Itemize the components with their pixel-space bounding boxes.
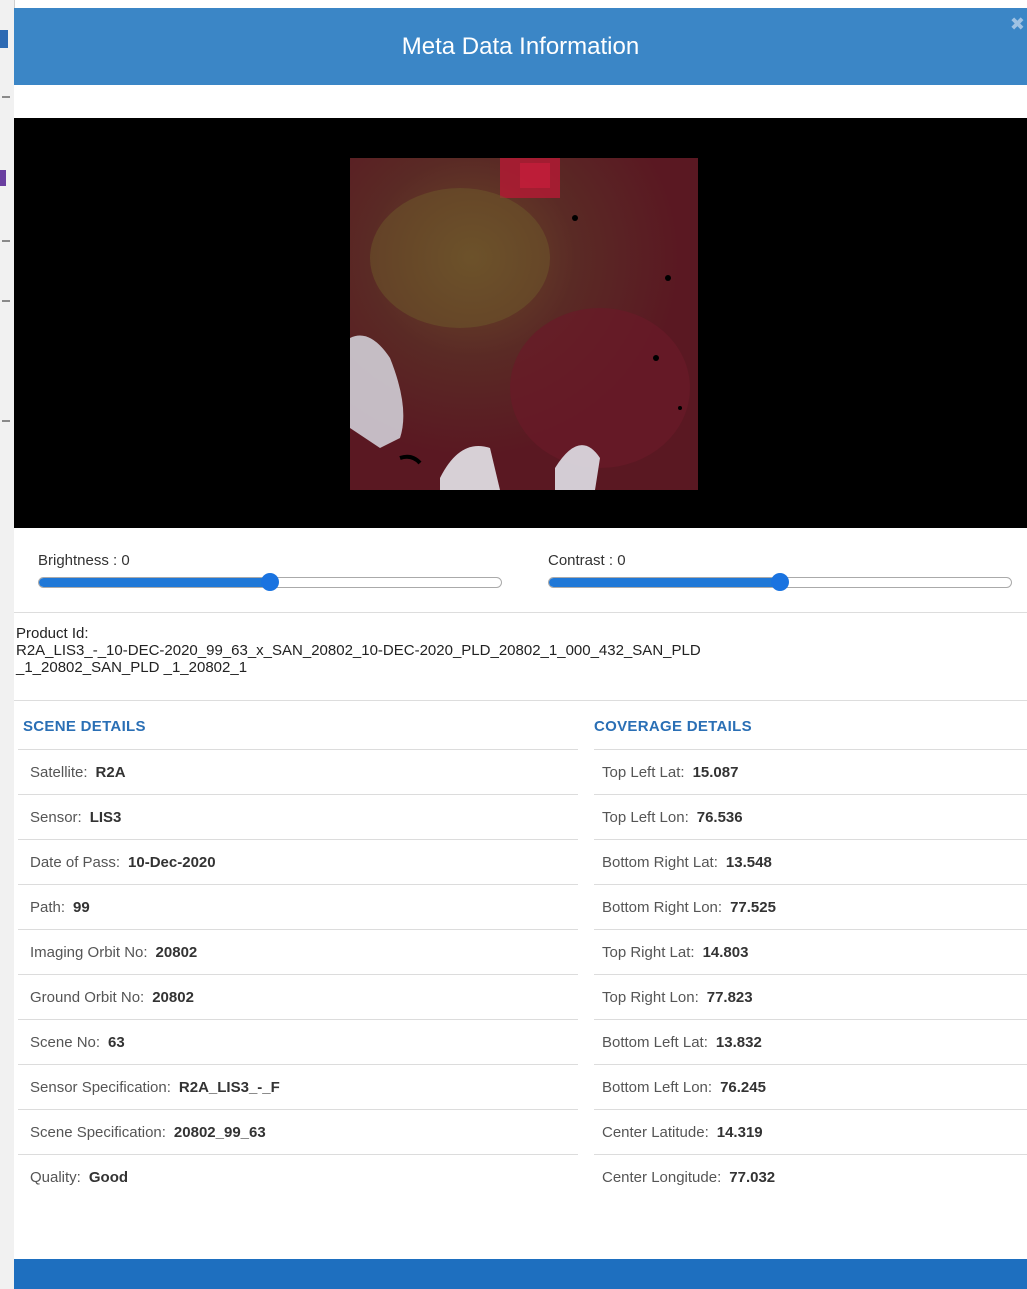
scene-detail-value: LIS3 [89,808,122,826]
coverage-detail-row: Top Left Lat: 15.087 [594,749,1027,794]
product-id-value-line1: R2A_LIS3_-_10-DEC-2020_99_63_x_SAN_20802… [16,642,701,659]
scene-detail-value: 20802 [152,988,194,1006]
contrast-thumb[interactable] [771,573,789,591]
brightness-slider[interactable] [38,573,502,591]
scene-detail-value: R2A_LIS3_-_F [178,1078,280,1096]
modal-title: Meta Data Information [401,32,640,60]
coverage-detail-label: Bottom Left Lat: [602,1033,708,1051]
coverage-detail-value: 77.032 [729,1168,776,1186]
scene-detail-label: Sensor: [30,808,82,826]
coverage-detail-label: Top Right Lon: [602,988,699,1006]
coverage-detail-value: 15.087 [692,763,739,781]
scene-detail-row: Sensor Specification: R2A_LIS3_-_F [18,1064,578,1109]
coverage-detail-value: 13.548 [725,853,772,871]
scene-details-list: Satellite: R2A Sensor: LIS3 Date of Pass: 10-… [18,749,578,1199]
coverage-detail-value: 77.525 [730,898,776,916]
scene-detail-row: Path: 99 [18,884,578,929]
scene-details-title: SCENE DETAILS [23,718,146,735]
scene-detail-label: Path: [30,898,66,916]
product-id-label: Product Id: [16,625,89,642]
coverage-details-title: COVERAGE DETAILS [594,718,752,735]
coverage-detail-label: Bottom Right Lat: [602,853,718,871]
scene-detail-value: 63 [108,1033,125,1051]
contrast-slider[interactable] [548,573,1012,591]
product-id-value-line2: _1_20802_SAN_PLD _1_20802_1 [16,659,248,676]
scene-detail-row: Scene No: 63 [18,1019,578,1064]
scene-detail-label: Sensor Specification: [30,1078,171,1096]
coverage-detail-value: 76.245 [720,1078,766,1096]
scene-detail-row: Scene Specification: 20802_99_63 [18,1109,578,1154]
coverage-detail-row: Bottom Left Lat: 13.832 [594,1019,1027,1064]
coverage-detail-value: 14.319 [716,1123,763,1141]
contrast-control: Contrast : 0 [548,552,1012,591]
coverage-detail-row: Bottom Right Lat: 13.548 [594,839,1027,884]
coverage-detail-row: Top Left Lon: 76.536 [594,794,1027,839]
scene-detail-row: Imaging Orbit No: 20802 [18,929,578,974]
scene-detail-label: Scene Specification: [30,1123,166,1141]
coverage-detail-row: Top Right Lon: 77.823 [594,974,1027,1019]
scene-detail-value: 20802 [155,943,198,961]
scene-detail-value: Good [88,1168,129,1186]
background-page-edge [0,0,15,1289]
coverage-detail-label: Center Longitude: [602,1168,722,1186]
scene-detail-value: 99 [73,898,90,916]
coverage-detail-label: Bottom Right Lon: [602,898,723,916]
divider [14,700,1027,701]
contrast-label: Contrast : 0 [548,552,626,569]
coverage-detail-row: Bottom Left Lon: 76.245 [594,1064,1027,1109]
image-preview [14,118,1027,528]
brightness-label: Brightness : 0 [38,552,130,569]
scene-detail-label: Date of Pass: [30,853,121,871]
scene-detail-label: Scene No: [30,1033,101,1051]
coverage-detail-value: 76.536 [696,808,743,826]
coverage-detail-row: Center Latitude: 14.319 [594,1109,1027,1154]
coverage-detail-value: 13.832 [715,1033,762,1051]
adjustment-sliders: Brightness : 0 Contrast : 0 [14,528,1027,613]
product-id-block: Product Id: R2A_LIS3_-_10-DEC-2020_99_63… [16,625,1016,676]
scene-detail-row: Ground Orbit No: 20802 [18,974,578,1019]
coverage-detail-value: 14.803 [702,943,749,961]
modal-header: Meta Data Information ✖ [14,8,1027,85]
scene-detail-row: Satellite: R2A [18,749,578,794]
brightness-thumb[interactable] [261,573,279,591]
scene-detail-row: Quality: Good [18,1154,578,1199]
coverage-detail-label: Bottom Left Lon: [602,1078,713,1096]
coverage-detail-row: Top Right Lat: 14.803 [594,929,1027,974]
coverage-detail-value: 77.823 [706,988,753,1006]
coverage-details-list: Top Left Lat: 15.087 Top Left Lon: 76.536 Bo… [594,749,1027,1199]
brightness-fill [39,578,270,587]
coverage-detail-label: Center Latitude: [602,1123,709,1141]
coverage-detail-label: Top Left Lat: [602,763,685,781]
scene-detail-label: Satellite: [30,763,88,781]
scene-detail-value: R2A [95,763,126,781]
scene-detail-label: Imaging Orbit No: [30,943,148,961]
scene-detail-value: 10-Dec-2020 [128,853,216,871]
metadata-modal: Meta Data Information ✖ Brightness: 0 C… [14,8,1027,1289]
brightness-control: Brightness : 0 [38,552,502,591]
coverage-detail-label: Top Right Lat: [602,943,695,961]
scene-detail-value: 20802_99_63 [173,1123,266,1141]
contrast-fill [549,578,780,587]
scene-detail-label: Quality: [30,1168,81,1186]
coverage-detail-label: Top Left Lon: [602,808,689,826]
scene-detail-label: Ground Orbit No: [30,988,145,1006]
coverage-detail-row: Center Longitude: 77.032 [594,1154,1027,1199]
coverage-detail-row: Bottom Right Lon: 77.525 [594,884,1027,929]
modal-footer [14,1259,1027,1289]
scene-detail-row: Date of Pass: 10-Dec-2020 [18,839,578,884]
scene-detail-row: Sensor: LIS3 [18,794,578,839]
satellite-scene-image [350,158,698,490]
close-icon[interactable]: ✖ [1010,14,1025,35]
